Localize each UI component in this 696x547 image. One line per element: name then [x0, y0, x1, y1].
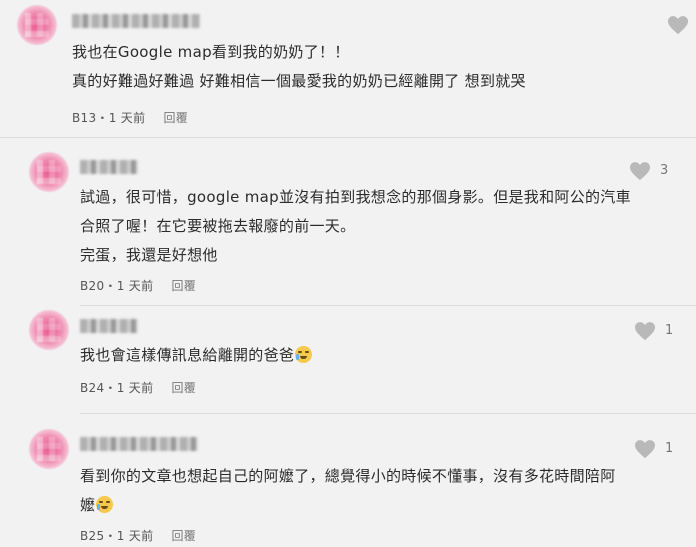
comment-line: 我也在Google map看到我的奶奶了！！ — [72, 43, 350, 61]
avatar[interactable] — [29, 152, 69, 192]
comment-meta: B25・1 天前 回覆 — [80, 527, 197, 544]
floor-number: B13 — [72, 111, 97, 125]
timestamp: 1 天前 — [116, 529, 154, 543]
comment-line: 我也會這樣傳訊息給離開的爸爸 — [80, 346, 295, 364]
comment-line: 合照了喔！在它要被拖去報廢的前一天。 — [80, 217, 356, 235]
heart-icon[interactable] — [667, 15, 689, 35]
like-count: 1 — [665, 441, 674, 456]
comment-text: 我也在Google map看到我的奶奶了！！ 真的好難過好難過 好難相信一個最愛… — [72, 38, 526, 96]
avatar[interactable] — [29, 429, 69, 469]
reply-button[interactable]: 回覆 — [172, 379, 197, 396]
timestamp: 1 天前 — [116, 279, 154, 293]
crying-face-emoji — [295, 346, 313, 363]
heart-icon[interactable] — [634, 439, 656, 459]
like-count: 3 — [660, 163, 669, 178]
comment-text: 我也會這樣傳訊息給離開的爸爸 — [80, 341, 313, 370]
comment-line: 真的好難過好難過 好難相信一個最愛我的奶奶已經離開了 想到就哭 — [72, 72, 526, 90]
comment-line: 看到你的文章也想起自己的阿嬤了，總覺得小的時候不懂事，沒有多花時間陪阿 — [80, 467, 616, 485]
comment-meta: B13・1 天前 回覆 — [72, 109, 189, 126]
crying-face-emoji — [96, 496, 114, 513]
timestamp: 1 天前 — [116, 381, 154, 395]
avatar[interactable] — [17, 5, 57, 45]
username-blurred[interactable] — [80, 319, 138, 333]
reply-button[interactable]: 回覆 — [164, 109, 189, 126]
heart-icon[interactable] — [634, 321, 656, 341]
comment-meta: B24・1 天前 回覆 — [80, 379, 197, 396]
floor-number: B20 — [80, 279, 105, 293]
timestamp: 1 天前 — [108, 111, 146, 125]
divider — [80, 305, 696, 306]
comment-meta: B20・1 天前 回覆 — [80, 277, 197, 294]
username-blurred[interactable] — [80, 160, 138, 174]
floor-number: B24 — [80, 381, 105, 395]
username-blurred[interactable] — [72, 14, 200, 28]
divider — [80, 413, 696, 414]
avatar[interactable] — [29, 310, 69, 350]
comment-line: 嬤 — [80, 496, 96, 514]
reply-button[interactable]: 回覆 — [172, 527, 197, 544]
username-blurred[interactable] — [80, 437, 198, 451]
comment-text: 試過，很可惜，google map並沒有拍到我想念的那個身影。但是我和阿公的汽車… — [80, 183, 631, 270]
floor-number: B25 — [80, 529, 105, 543]
comment-line: 完蛋，我還是好想他 — [80, 246, 218, 264]
comment-line: 試過，很可惜，google map並沒有拍到我想念的那個身影。但是我和阿公的汽車 — [80, 188, 631, 206]
heart-icon[interactable] — [629, 161, 651, 181]
divider — [0, 137, 696, 138]
reply-button[interactable]: 回覆 — [172, 277, 197, 294]
like-count: 1 — [665, 323, 674, 338]
comment-text: 看到你的文章也想起自己的阿嬤了，總覺得小的時候不懂事，沒有多花時間陪阿 嬤 — [80, 462, 616, 520]
